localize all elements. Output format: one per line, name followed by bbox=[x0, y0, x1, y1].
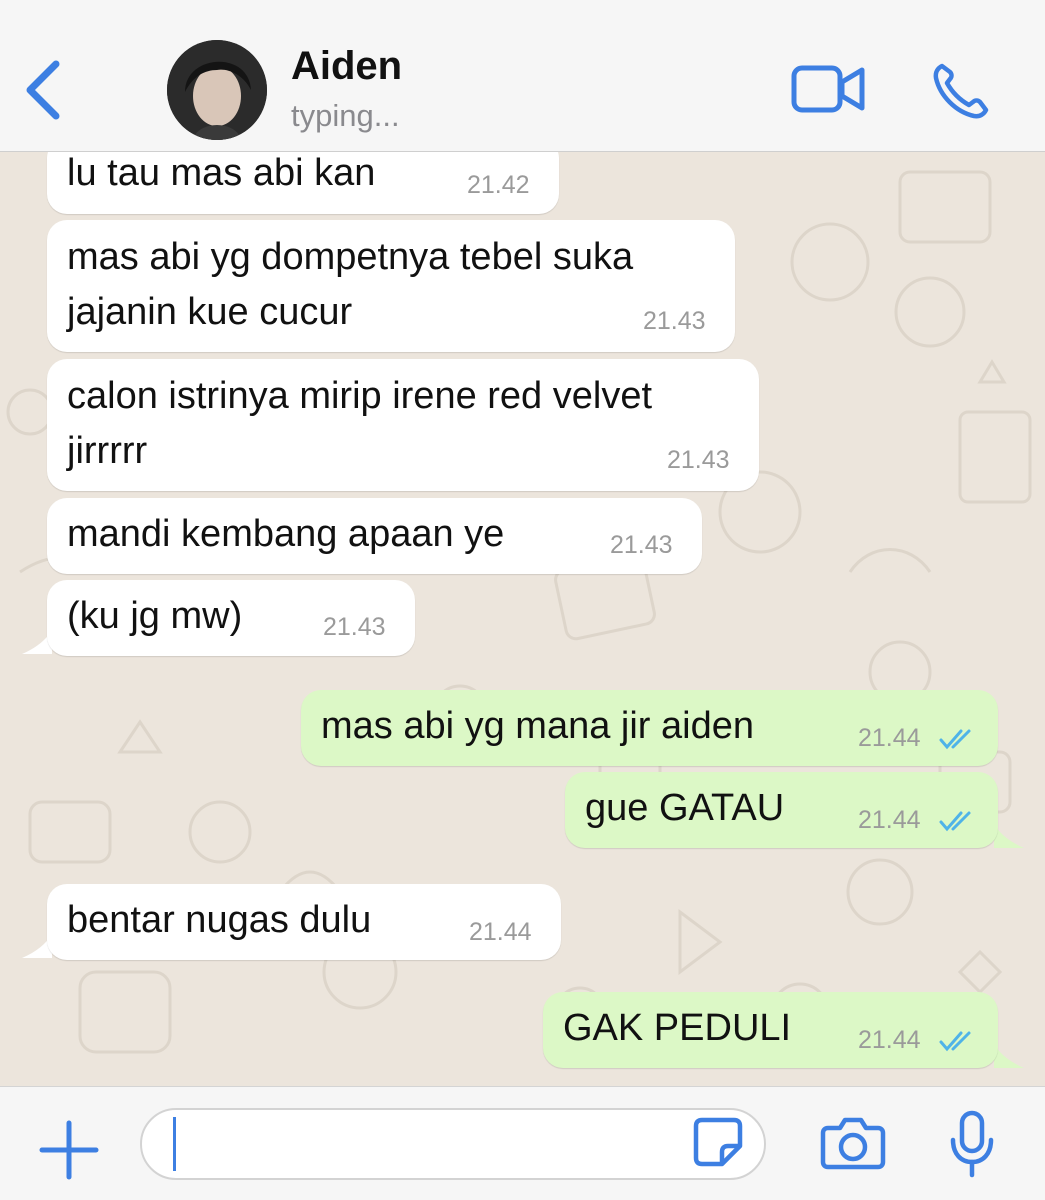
message-time: 21.44 bbox=[858, 1026, 921, 1054]
message-outgoing[interactable]: gue GATAU 21.44 bbox=[565, 772, 998, 848]
message-outgoing[interactable]: mas abi yg mana jir aiden 21.44 bbox=[301, 690, 998, 766]
message-text: mas abi yg mana jir aiden bbox=[321, 705, 754, 747]
message-time: 21.44 bbox=[469, 918, 532, 946]
message-time: 21.43 bbox=[667, 446, 730, 474]
message-text: gue GATAU bbox=[585, 787, 785, 829]
bubble-tail bbox=[994, 824, 1024, 848]
text-cursor bbox=[173, 1117, 176, 1171]
message-text: bentar nugas dulu bbox=[67, 899, 372, 941]
video-camera-icon[interactable] bbox=[790, 62, 866, 116]
message-time: 21.43 bbox=[643, 307, 706, 335]
message-input[interactable] bbox=[140, 1108, 766, 1180]
contact-name[interactable]: Aiden bbox=[291, 44, 402, 89]
microphone-icon[interactable] bbox=[948, 1110, 996, 1178]
read-receipt-icon bbox=[939, 811, 971, 832]
message-text: mandi kembang apaan ye bbox=[67, 513, 505, 555]
camera-icon[interactable] bbox=[820, 1114, 886, 1170]
message-time: 21.44 bbox=[858, 806, 921, 834]
message-incoming[interactable]: calon istrinya mirip irene red velvet ji… bbox=[47, 359, 759, 491]
typing-status: typing... bbox=[291, 98, 400, 133]
message-time: 21.43 bbox=[610, 531, 673, 559]
message-text-line: jirrrrr bbox=[67, 430, 148, 472]
message-text: GAK PEDULI bbox=[563, 1007, 792, 1049]
message-text: (ku jg mw) bbox=[67, 595, 243, 637]
message-incoming[interactable]: mas abi yg dompetnya tebel suka jajanin … bbox=[47, 220, 735, 352]
message-incoming[interactable]: bentar nugas dulu 21.44 bbox=[47, 884, 561, 960]
message-incoming[interactable]: lu tau mas abi kan 21.42 bbox=[47, 152, 559, 214]
message-incoming[interactable]: mandi kembang apaan ye 21.43 bbox=[47, 498, 702, 574]
message-incoming[interactable]: (ku jg mw) 21.43 bbox=[47, 580, 415, 656]
phone-icon[interactable] bbox=[930, 60, 992, 122]
read-receipt-icon bbox=[939, 729, 971, 750]
message-text: lu tau mas abi kan bbox=[67, 152, 376, 194]
bubble-tail bbox=[994, 1044, 1024, 1068]
chat-header: Aiden typing... bbox=[0, 0, 1045, 152]
sticker-icon[interactable] bbox=[692, 1116, 744, 1168]
chevron-left-icon[interactable] bbox=[18, 58, 66, 122]
avatar[interactable] bbox=[167, 40, 267, 140]
message-time: 21.42 bbox=[467, 171, 530, 199]
plus-icon[interactable] bbox=[38, 1119, 100, 1181]
message-text-line: jajanin kue cucur bbox=[67, 291, 353, 333]
read-receipt-icon bbox=[939, 1031, 971, 1052]
message-text-line: calon istrinya mirip irene red velvet bbox=[67, 375, 653, 417]
message-time: 21.43 bbox=[323, 613, 386, 641]
chat-area[interactable]: lu tau mas abi kan 21.42 mas abi yg domp… bbox=[0, 152, 1045, 1086]
message-outgoing[interactable]: GAK PEDULI 21.44 bbox=[543, 992, 998, 1068]
message-time: 21.44 bbox=[858, 724, 921, 752]
message-text-line: mas abi yg dompetnya tebel suka bbox=[67, 236, 634, 278]
